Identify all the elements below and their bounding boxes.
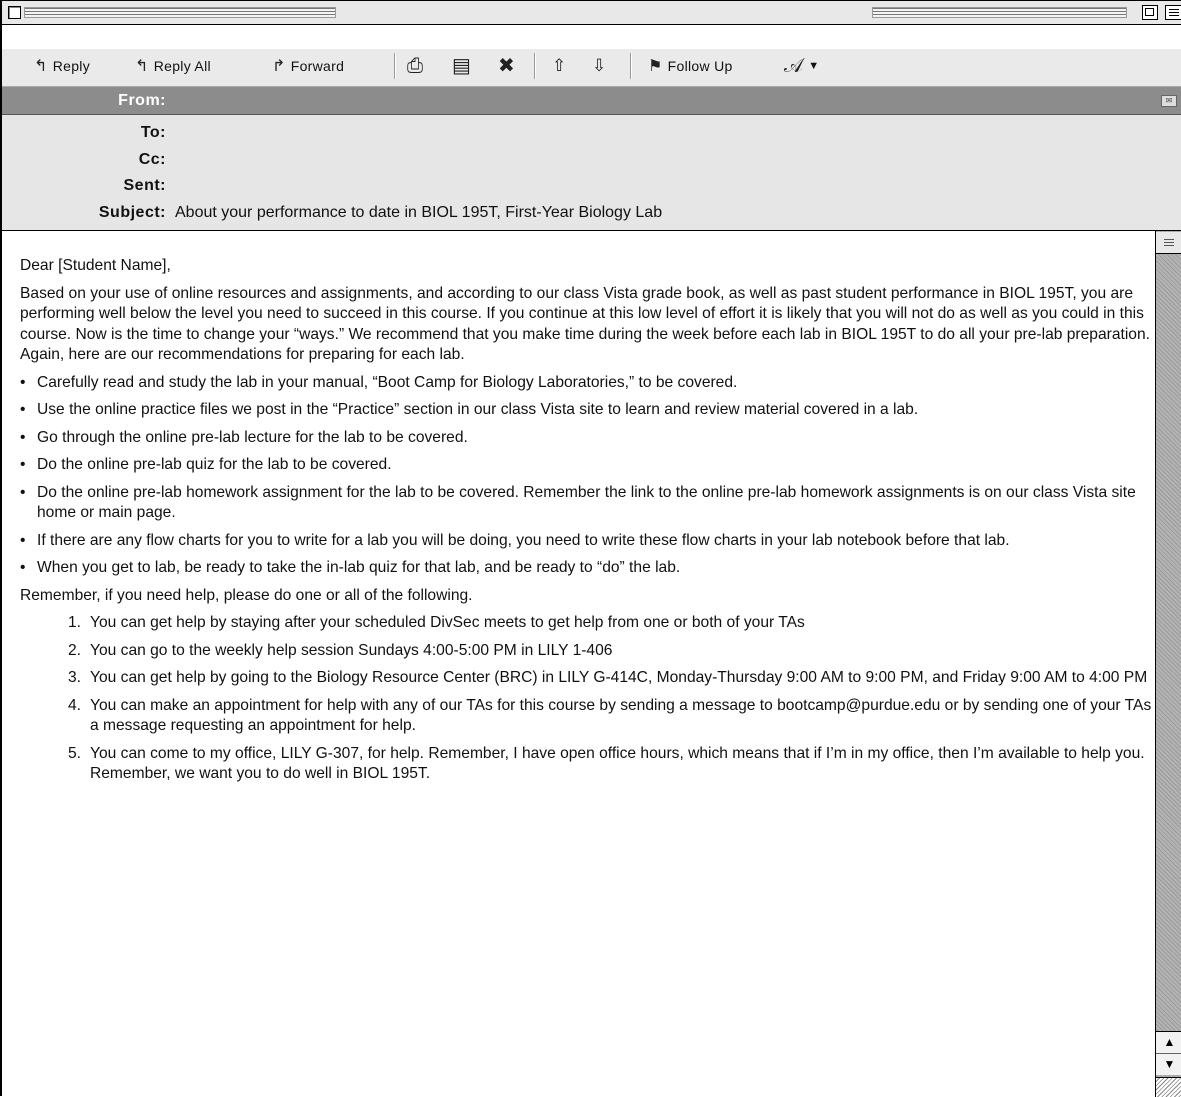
subject-label: Subject: [98, 204, 166, 221]
list-item: If there are any flow charts for you to … [20, 531, 1155, 552]
print-icon[interactable]: ⎙ [407, 53, 423, 79]
help-item-text: You can get help by staying after your s… [90, 614, 805, 631]
list-item: 5. You can come to my office, LILY G-307,… [68, 744, 1145, 783]
from-bar: From: ✉ [2, 87, 1181, 115]
message-headers: To: Cc: Sent: Subject: About your perfor… [2, 115, 1181, 231]
save-icon[interactable]: ▤ [452, 53, 471, 79]
chevron-down-icon: ▼ [808, 60, 820, 72]
message-body[interactable]: Dear [Student Name], Based on your use o… [20, 231, 1155, 1097]
toolbar-separator [630, 53, 632, 79]
list-item: When you get to lab, be ready to take th… [20, 558, 1155, 579]
list-item: Use the online practice files we post in… [20, 400, 1155, 421]
reply-button[interactable]: ↰ Reply [34, 54, 90, 78]
list-item: Do the online pre-lab quiz for the lab t… [20, 455, 1155, 476]
scroll-thumb[interactable] [1156, 232, 1181, 254]
list-item: 4. You can make an appointment for help w… [68, 696, 1152, 735]
resize-grip-icon[interactable] [1156, 1077, 1181, 1097]
to-label: To: [140, 124, 166, 141]
delete-icon[interactable]: ✖ [498, 53, 515, 79]
reply-icon: ↰ [34, 58, 48, 75]
toolbar-separator [394, 53, 396, 79]
subject-value: About your performance to date in BIOL 1… [175, 204, 663, 221]
follow-up-button[interactable]: ⚑ Follow Up [648, 54, 733, 78]
help-item-text: You can get help by going to the Biology… [90, 669, 1148, 686]
forward-icon: ↱ [272, 58, 286, 75]
intro-paragraph: Based on your use of online resources an… [20, 284, 1150, 364]
scroll-up-arrow-icon[interactable]: ▲ [1156, 1031, 1181, 1053]
list-item: 2. You can go to the weekly help session … [68, 641, 613, 659]
help-item-text: You can come to my office, LILY G-307, f… [90, 744, 1145, 783]
envelope-icon: ✉ [1161, 95, 1177, 107]
list-item: Go through the online pre-lab lecture fo… [20, 428, 1155, 449]
close-box[interactable] [8, 6, 21, 19]
follow-up-label: Follow Up [667, 58, 733, 74]
next-message-icon[interactable]: ⇩ [592, 53, 606, 79]
reply-all-icon: ↰ [135, 58, 149, 75]
help-item-text: You can go to the weekly help session Su… [90, 641, 613, 659]
from-label: From: [118, 92, 166, 109]
title-stripes-right [872, 7, 1127, 18]
collapse-box[interactable] [1165, 5, 1181, 20]
reply-all-label: Reply All [153, 58, 211, 74]
cc-label: Cc: [138, 151, 166, 168]
vertical-scrollbar[interactable] [1155, 231, 1181, 1097]
title-bar[interactable] [2, 1, 1181, 25]
scroll-down-arrow-icon[interactable]: ▼ [1156, 1053, 1181, 1075]
reply-all-button[interactable]: ↰ Reply All [135, 54, 211, 78]
list-item: Carefully read and study the lab in your… [20, 373, 1155, 394]
greeting: Dear [Student Name], [20, 257, 171, 274]
forward-label: Forward [290, 58, 345, 74]
reply-label: Reply [52, 58, 91, 74]
font-icon: 𝒜 [784, 54, 804, 77]
toolbar-spacer [2, 25, 1181, 49]
list-item: 3. You can get help by going to the Biolo… [68, 669, 1148, 686]
list-item: Do the online pre-lab homework assignmen… [20, 483, 1155, 524]
forward-button[interactable]: ↱ Forward [272, 54, 344, 78]
font-button[interactable]: 𝒜 ▼ [784, 54, 819, 78]
flag-icon: ⚑ [648, 58, 663, 75]
list-item: 1. You can get help by staying after your… [68, 614, 805, 631]
previous-message-icon[interactable]: ⇧ [552, 53, 566, 79]
help-item-text: You can make an appointment for help wit… [90, 696, 1152, 735]
zoom-box[interactable] [1142, 5, 1158, 20]
title-stripes-left [24, 7, 336, 18]
help-intro: Remember, if you need help, please do on… [20, 586, 473, 604]
sent-label: Sent: [123, 177, 166, 194]
toolbar-separator [534, 53, 536, 79]
mail-window: ↰ Reply ↰ Reply All ↱ Forward ⎙ ▤ ✖ ⇧ ⇩ … [0, 0, 1181, 1097]
